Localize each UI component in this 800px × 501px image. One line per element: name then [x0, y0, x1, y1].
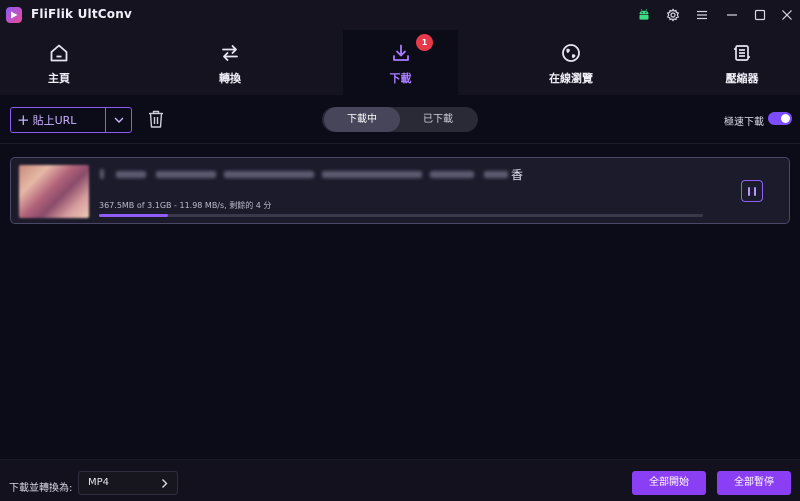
title-bar: FliFlik UltConv [0, 0, 800, 30]
globe-icon [561, 42, 581, 64]
video-title-suffix: 香 [511, 168, 524, 182]
nav-download-label: 下載 [389, 72, 412, 85]
nav-online-browse-label: 在線瀏覽 [549, 72, 593, 85]
download-item: 香 367.5MB of 3.1GB - 11.98 MB/s, 剩餘的 4 分 [10, 157, 790, 224]
delete-trash-icon[interactable] [147, 109, 165, 129]
progress-bar-fill [99, 214, 169, 217]
output-format-select[interactable]: MP4 [78, 471, 178, 495]
progress-bar [99, 214, 703, 217]
download-count-badge: 1 [416, 34, 433, 51]
paste-url-group: + 貼上URL [10, 107, 132, 133]
menu-icon[interactable] [694, 7, 710, 23]
nav-home[interactable]: 主頁 [0, 30, 118, 95]
pause-icon [748, 186, 750, 196]
turbo-download-label: 極速下載 [724, 117, 764, 128]
nav-compressor-label: 壓縮器 [725, 72, 759, 85]
paste-url-button[interactable]: + 貼上URL [11, 108, 105, 132]
paste-url-dropdown[interactable] [105, 108, 131, 132]
video-thumbnail [19, 165, 89, 218]
android-icon[interactable] [636, 7, 652, 23]
nav-convert[interactable]: 轉換 [172, 30, 288, 95]
start-all-button[interactable]: 全部開始 [632, 471, 706, 495]
maximize-icon[interactable] [752, 7, 768, 23]
progress-status: 367.5MB of 3.1GB - 11.98 MB/s, 剩餘的 4 分 [99, 201, 272, 210]
download-status-toggle: 下載中 已下載 [322, 107, 478, 132]
toolbar-divider [0, 143, 800, 144]
convert-arrows-icon [220, 42, 240, 64]
toggle-knob [781, 114, 790, 123]
app-title: FliFlik UltConv [31, 7, 133, 21]
chevron-down-icon [114, 117, 124, 123]
chevron-right-icon [162, 479, 168, 488]
home-icon [49, 42, 69, 64]
settings-gear-icon[interactable] [665, 7, 681, 23]
nav-compressor[interactable]: 壓縮器 [684, 30, 800, 95]
pause-all-button[interactable]: 全部暫停 [717, 471, 791, 495]
main-nav: 主頁 轉換 下載 1 在線瀏覽 壓縮器 [0, 30, 800, 95]
bottom-bar: 下載並轉換為: MP4 全部開始 全部暫停 [0, 459, 800, 501]
pause-icon-bar [754, 186, 756, 196]
pause-button[interactable] [741, 180, 763, 202]
tab-downloading[interactable]: 下載中 [324, 107, 400, 132]
nav-convert-label: 轉換 [219, 72, 241, 85]
turbo-download-toggle[interactable] [768, 112, 792, 125]
close-icon[interactable] [779, 7, 795, 23]
plus-icon: + [17, 110, 30, 129]
download-icon [391, 42, 411, 64]
app-logo-icon [6, 7, 22, 23]
nav-online-browse[interactable]: 在線瀏覽 [513, 30, 629, 95]
nav-download[interactable]: 下載 1 [343, 30, 458, 95]
video-title-redacted [100, 169, 510, 179]
convert-to-label: 下載並轉換為: [9, 483, 73, 494]
tab-downloaded[interactable]: 已下載 [400, 107, 476, 132]
output-format-value: MP4 [88, 477, 110, 488]
paste-url-label: 貼上URL [32, 114, 77, 127]
nav-home-label: 主頁 [48, 72, 70, 85]
compress-icon [732, 42, 752, 64]
minimize-icon[interactable] [724, 7, 740, 23]
